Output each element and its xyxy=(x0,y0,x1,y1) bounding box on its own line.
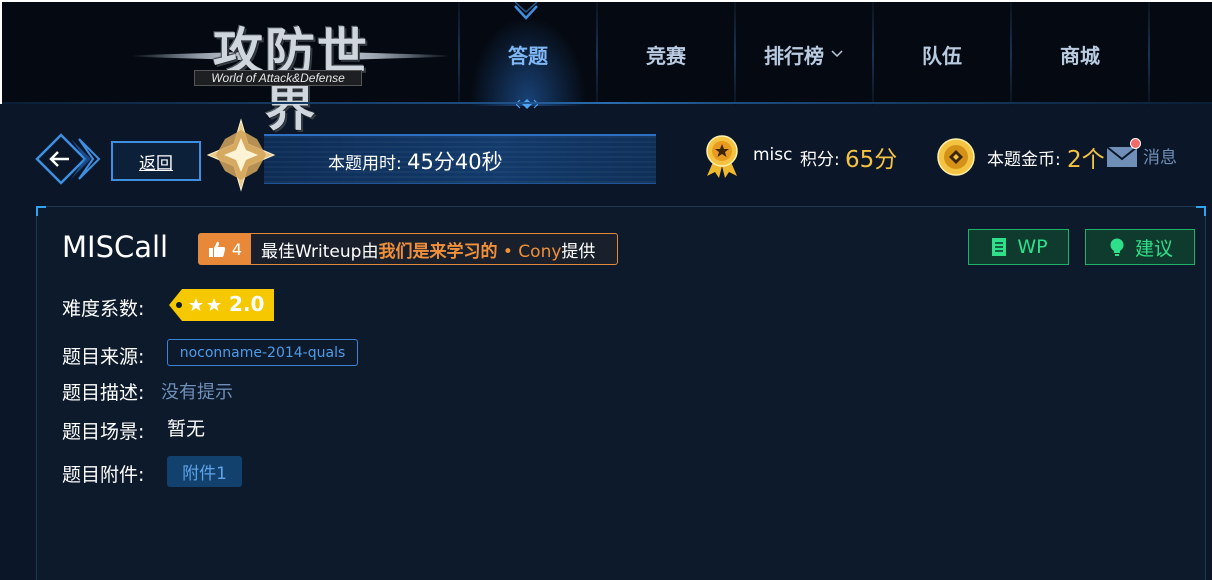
writeup-like-count[interactable]: 4 xyxy=(199,234,251,264)
nav-item-shop[interactable]: 商城 xyxy=(1012,2,1148,106)
wp-button-label: WP xyxy=(1017,236,1048,258)
site-logo[interactable]: 攻防世界 World of Attack&Defense xyxy=(132,20,450,136)
document-icon xyxy=(992,238,1007,256)
wp-button[interactable]: WP xyxy=(968,229,1069,265)
back-arrow-icon xyxy=(35,133,101,185)
panel-corner-decoration xyxy=(36,206,46,216)
timer-text: 本题用时: 45分40秒 xyxy=(328,146,503,176)
writeup-suffix: 提供 xyxy=(561,241,596,262)
mail-icon[interactable] xyxy=(1106,146,1138,168)
score-label: 积分: xyxy=(800,150,840,170)
nav-item-answer[interactable]: 答题 xyxy=(460,2,596,106)
suggest-button-label: 建议 xyxy=(1134,237,1173,260)
difficulty-label: 难度系数: xyxy=(62,298,145,320)
lightbulb-icon xyxy=(1110,238,1124,256)
logo-subtitle: World of Attack&Defense xyxy=(194,70,362,86)
chevron-down-icon xyxy=(831,50,843,58)
scene-value: 暂无 xyxy=(167,418,206,440)
description-label: 题目描述: xyxy=(62,382,145,404)
nav-active-diamond-icon xyxy=(516,99,538,109)
nav-item-label: 队伍 xyxy=(922,43,962,68)
user-name: misc xyxy=(753,145,793,165)
attachment-label: 题目附件: xyxy=(62,464,145,486)
source-tag[interactable]: noconname-2014-quals xyxy=(167,339,358,366)
nav-item-label: 竞赛 xyxy=(646,43,686,68)
nav-item-team[interactable]: 队伍 xyxy=(874,2,1010,106)
writeup-credit: 最佳Writeup由我们是来学习的 • Cony提供 xyxy=(261,237,595,262)
writeup-team[interactable]: 我们是来学习的 xyxy=(378,242,497,262)
top-navigation-bar: 攻防世界 World of Attack&Defense 答题 竞赛 排行榜 队… xyxy=(0,0,1212,136)
main-nav: 答题 竞赛 排行榜 队伍 商城 xyxy=(458,2,1150,106)
coin-label: 本题金币: xyxy=(987,150,1061,170)
difficulty-value: 2.0 xyxy=(229,292,265,316)
star-badge-icon xyxy=(206,118,276,192)
suggest-button[interactable]: 建议 xyxy=(1085,229,1195,265)
nav-item-leaderboard[interactable]: 排行榜 xyxy=(736,2,872,106)
back-button[interactable]: 返回 xyxy=(35,133,201,185)
nav-divider xyxy=(1148,2,1150,106)
challenge-title: MISCall xyxy=(62,230,169,264)
notification-dot xyxy=(1130,138,1141,149)
back-button-label: 返回 xyxy=(111,141,201,181)
timer-label: 本题用时: xyxy=(328,154,402,174)
scene-label: 题目场景: xyxy=(62,421,145,443)
score-value: 65分 xyxy=(845,147,898,173)
medal-icon xyxy=(706,135,738,178)
writeup-prefix: 最佳Writeup由 xyxy=(261,241,379,262)
messages-link[interactable]: 消息 xyxy=(1143,143,1177,168)
thumbs-up-icon xyxy=(208,241,226,257)
description-value: 没有提示 xyxy=(161,382,233,403)
timer-value: 45分40秒 xyxy=(407,150,503,174)
source-label: 题目来源: xyxy=(62,346,145,368)
like-count: 4 xyxy=(231,239,243,259)
best-writeup-banner[interactable]: 4 最佳Writeup由我们是来学习的 • Cony提供 xyxy=(198,233,618,265)
writeup-separator: • xyxy=(497,241,519,262)
attachment-button[interactable]: 附件1 xyxy=(167,456,242,487)
nav-item-label: 答题 xyxy=(508,43,548,68)
coin-icon xyxy=(937,138,975,176)
panel-corner-decoration xyxy=(1196,206,1206,216)
writeup-author[interactable]: Cony xyxy=(518,242,561,262)
timer-bar: 本题用时: 45分40秒 xyxy=(264,134,656,184)
nav-item-label: 排行榜 xyxy=(764,43,824,68)
nav-item-label: 商城 xyxy=(1060,43,1100,68)
coin-value: 2个 xyxy=(1067,147,1105,173)
nav-item-competition[interactable]: 竞赛 xyxy=(598,2,734,106)
